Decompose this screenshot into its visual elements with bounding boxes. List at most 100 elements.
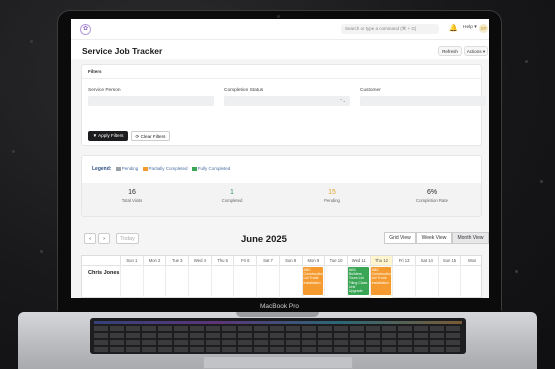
background-dot bbox=[40, 250, 43, 253]
day-column-line bbox=[324, 265, 326, 298]
day-header: Sat 7 bbox=[256, 256, 279, 265]
calendar-event[interactable]: ABC Construction Ltd Trunk Installation bbox=[302, 267, 324, 295]
stat-label: Total Visits bbox=[121, 198, 143, 203]
hinge-notch bbox=[236, 312, 319, 317]
day-header: Sun 8 bbox=[278, 256, 302, 265]
stat-total-visits: 16 Total Visits bbox=[82, 189, 182, 203]
day-column-line bbox=[278, 265, 280, 298]
background-dot bbox=[515, 270, 518, 273]
stat-label: Completed bbox=[221, 198, 243, 203]
customer-label: Customer bbox=[360, 88, 381, 93]
completion-status-label: Completion Status bbox=[224, 88, 264, 93]
day-column-line bbox=[165, 265, 167, 298]
day-column-line bbox=[233, 265, 235, 298]
chevron-down-icon: ▾ bbox=[474, 25, 477, 30]
service-person-input[interactable] bbox=[88, 96, 214, 106]
stat-pending: 15 Pending bbox=[282, 189, 382, 203]
page-title: Service Job Tracker bbox=[82, 46, 163, 56]
legend-swatch-full bbox=[191, 166, 197, 171]
day-header: Mon 9 bbox=[301, 256, 325, 265]
calendar-event[interactable]: ABC Builders Tours Ltd Tiling Class Unit… bbox=[347, 267, 369, 295]
laptop-base bbox=[18, 312, 537, 369]
legend-swatch-pending bbox=[115, 166, 121, 171]
divider bbox=[82, 78, 481, 79]
legend-swatch-partial bbox=[142, 166, 148, 171]
background-dot bbox=[30, 40, 33, 43]
grid-view-button[interactable]: Grid View bbox=[384, 232, 416, 244]
app-logo[interactable]: ✿ bbox=[80, 24, 91, 35]
apply-filters-button[interactable]: ▼ Apply Filters bbox=[88, 131, 128, 141]
day-header: Tue 10 bbox=[324, 256, 347, 265]
stat-value: 1 bbox=[230, 189, 234, 196]
chevron-down-icon: ▾ bbox=[482, 49, 486, 54]
day-header: Mon 2 bbox=[142, 256, 166, 265]
legend-label-pending: Pending bbox=[121, 166, 139, 171]
actions-button[interactable]: Actions ▾ bbox=[464, 46, 488, 56]
day-column-line bbox=[256, 265, 258, 298]
customer-input[interactable] bbox=[360, 96, 486, 106]
day-header: Wed 4 bbox=[188, 256, 211, 265]
day-column-line bbox=[437, 265, 439, 298]
app-screen: ✿ Search or type a command (⌘ + G) 🔔 Hel… bbox=[71, 19, 489, 298]
avatar[interactable]: SP bbox=[479, 24, 488, 33]
stat-value: 16 bbox=[128, 189, 136, 196]
day-column-line bbox=[210, 265, 212, 298]
command-search-input[interactable]: Search or type a command (⌘ + G) bbox=[341, 24, 439, 34]
day-header: Sat 14 bbox=[414, 256, 438, 265]
day-header: Sun 1 bbox=[120, 256, 143, 265]
legend-label-partial: Partially Completed bbox=[148, 166, 188, 171]
stat-label: Completion Rate bbox=[415, 198, 448, 203]
day-column-line bbox=[188, 265, 190, 298]
camera bbox=[277, 15, 280, 18]
clear-filters-button[interactable]: ⟳ Clear Filters bbox=[131, 131, 170, 141]
legend-title: Legend: bbox=[92, 166, 112, 172]
day-column-line bbox=[392, 265, 394, 298]
next-month-button[interactable]: › bbox=[98, 233, 110, 244]
trackpad bbox=[203, 356, 353, 369]
stats-row: 16 Total Visits 1 Completed 15 Pending 6… bbox=[82, 183, 481, 216]
stat-value: 15 bbox=[328, 189, 336, 196]
today-button[interactable]: Today bbox=[116, 233, 139, 244]
completion-status-select[interactable]: ⌃⌄ bbox=[224, 96, 350, 106]
help-menu[interactable]: Help ▾ bbox=[463, 25, 477, 30]
day-header: Sun 15 bbox=[437, 256, 461, 265]
filters-panel: Filters Service Person Completion Status… bbox=[81, 64, 486, 146]
touch-bar bbox=[94, 321, 462, 324]
day-header: Fri 6 bbox=[233, 256, 256, 265]
person-name: Chris Jones bbox=[88, 270, 120, 276]
day-header: Fri 13 bbox=[392, 256, 415, 265]
legend: Legend: Pending Partially Completed Full… bbox=[92, 166, 230, 172]
stat-label: Pending bbox=[324, 198, 340, 203]
calendar-event[interactable]: ABC Construction Ltd Trunk Installation bbox=[370, 267, 392, 295]
day-header: Thu 5 bbox=[210, 256, 234, 265]
day-header: Mon bbox=[460, 256, 483, 265]
day-header: Thu 12 bbox=[369, 256, 393, 265]
week-view-button[interactable]: Week View bbox=[416, 232, 452, 244]
notification-bell-icon[interactable]: 🔔 bbox=[449, 24, 458, 32]
month-view-button[interactable]: Month View bbox=[452, 232, 489, 244]
chevron-updown-icon: ⌃⌄ bbox=[339, 98, 346, 103]
background-dot bbox=[12, 150, 15, 153]
keyboard bbox=[90, 318, 466, 354]
filters-title: Filters bbox=[88, 69, 102, 74]
stat-completed: 1 Completed bbox=[182, 189, 282, 203]
keys bbox=[94, 326, 462, 352]
prev-month-button[interactable]: ‹ bbox=[84, 233, 96, 244]
actions-label: Actions bbox=[466, 49, 482, 54]
day-header: Wed 11 bbox=[346, 256, 370, 265]
day-header: Tue 3 bbox=[165, 256, 188, 265]
stat-value: 6% bbox=[426, 189, 438, 196]
background-dot bbox=[540, 180, 543, 183]
service-person-label: Service Person bbox=[88, 88, 121, 93]
summary-card: Legend: Pending Partially Completed Full… bbox=[81, 155, 482, 217]
day-column-line bbox=[414, 265, 416, 298]
day-column-line bbox=[460, 265, 462, 298]
month-title: June 2025 bbox=[241, 234, 287, 245]
refresh-button[interactable]: Refresh bbox=[438, 46, 462, 56]
top-bar: ✿ Search or type a command (⌘ + G) 🔔 Hel… bbox=[71, 19, 489, 40]
background-dot bbox=[525, 60, 528, 63]
calendar-grid: Chris Jones Sun 1 Mon 2 Tue 3 Wed 4 Thu 5 Fri… bbox=[81, 255, 482, 298]
legend-label-full: Fully Completed bbox=[197, 166, 231, 171]
help-label: Help bbox=[463, 25, 473, 30]
day-column-line bbox=[142, 265, 144, 298]
